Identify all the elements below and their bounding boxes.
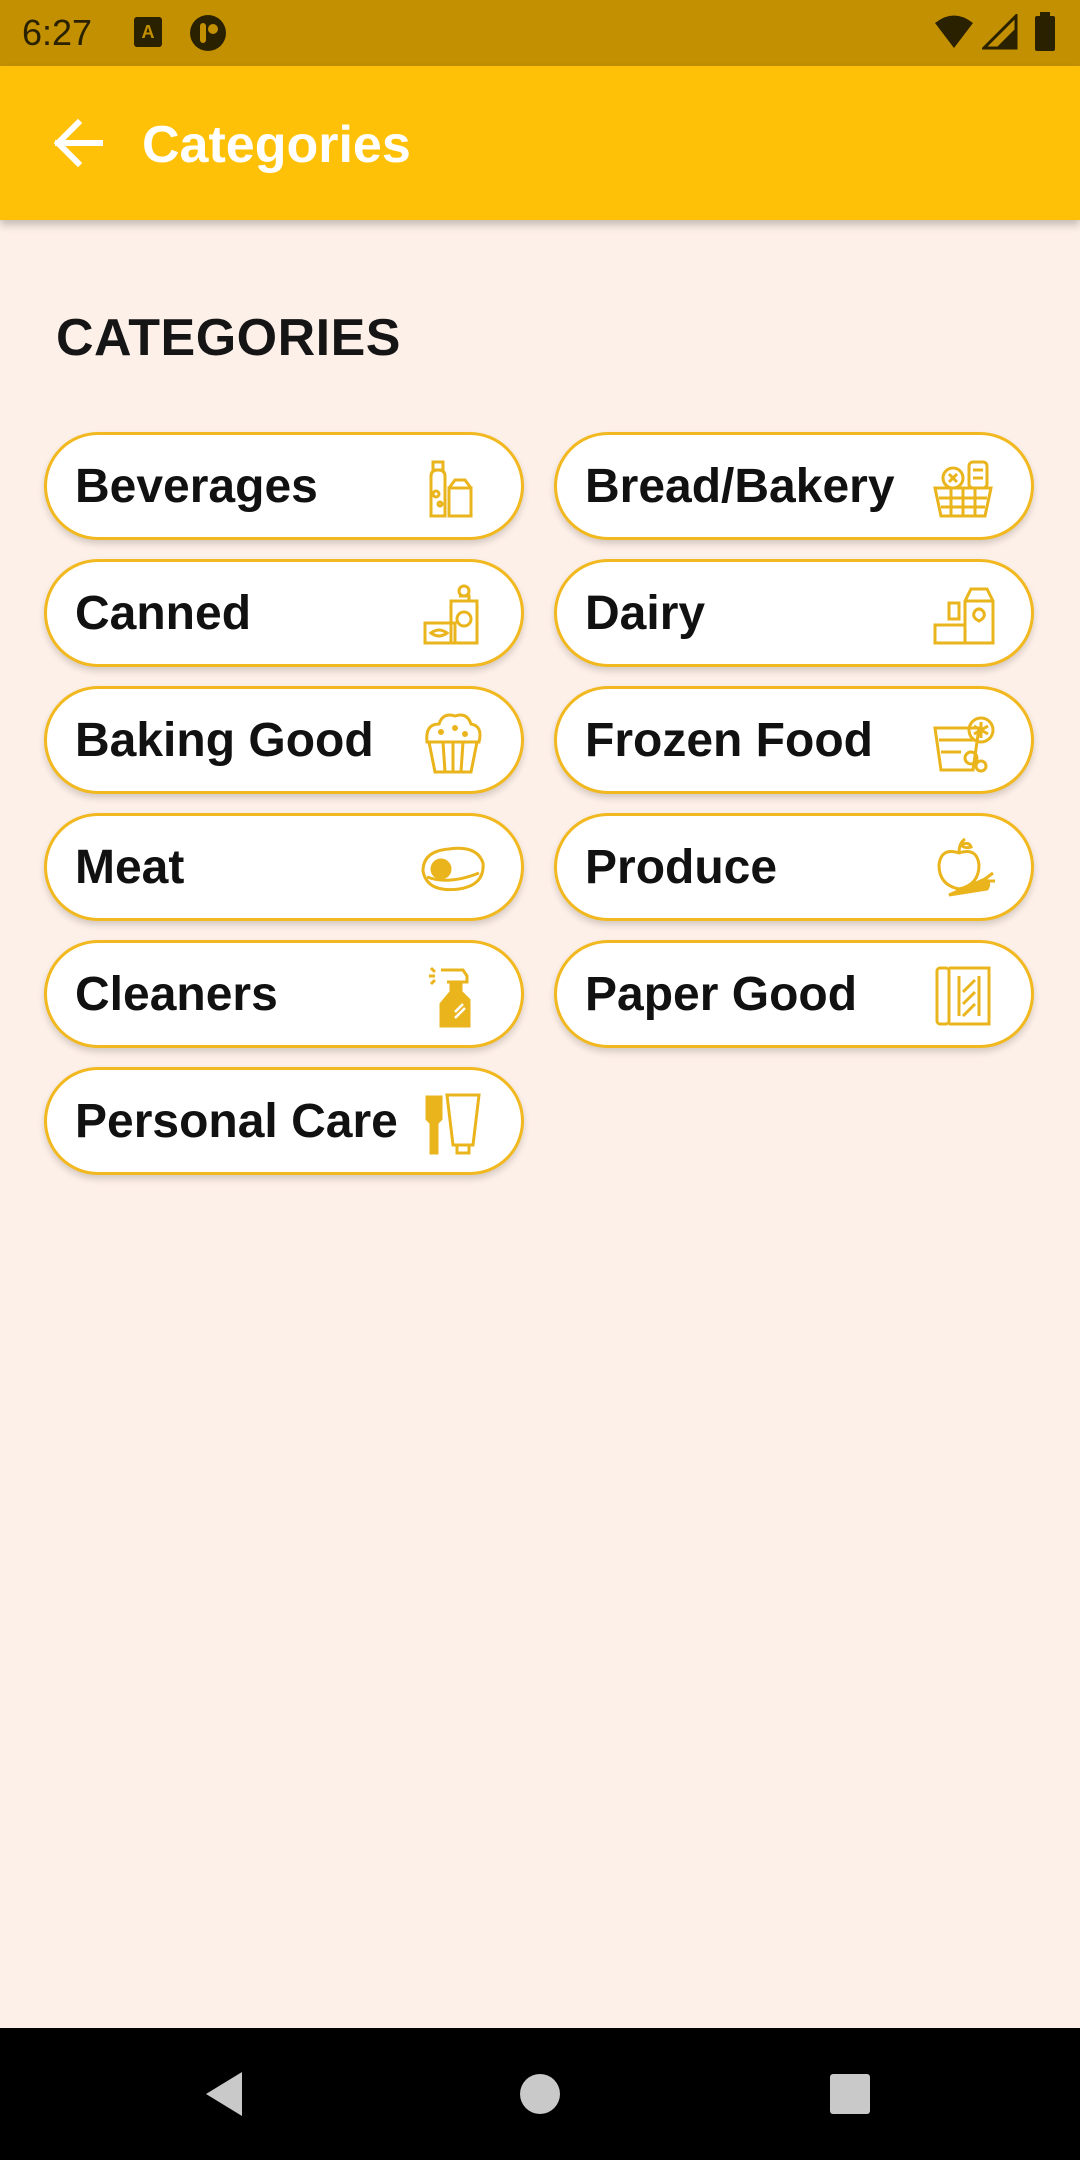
nav-recents-button[interactable] [820, 2064, 880, 2124]
category-label: Meat [75, 840, 185, 894]
nav-back-button[interactable] [196, 2064, 256, 2124]
nav-home-button[interactable] [510, 2064, 570, 2124]
paper-towel-icon [929, 962, 997, 1030]
category-label: Personal Care [75, 1094, 398, 1148]
square-recents-icon [830, 2074, 870, 2114]
category-dairy[interactable]: Dairy [554, 559, 1034, 667]
system-navigation-bar [0, 2028, 1080, 2160]
category-beverages[interactable]: Beverages [44, 432, 524, 540]
produce-icon [929, 835, 997, 903]
category-produce[interactable]: Produce [554, 813, 1034, 921]
category-grid: Beverages Bread/Bakery Canned Dairy Baki… [44, 432, 1036, 1175]
category-canned[interactable]: Canned [44, 559, 524, 667]
category-baking-good[interactable]: Baking Good [44, 686, 524, 794]
status-time: 6:27 [22, 12, 93, 53]
app-bar: Categories [0, 66, 1080, 220]
canned-food-icon [419, 581, 487, 649]
category-personal-care[interactable]: Personal Care [44, 1067, 524, 1175]
spray-bottle-icon [419, 962, 487, 1030]
toothbrush-tube-icon [419, 1089, 487, 1157]
category-label: Canned [75, 586, 252, 640]
wifi-icon [934, 14, 974, 55]
beverages-icon [419, 454, 487, 522]
cellular-signal-icon [980, 12, 1018, 55]
accessibility-notification-icon: A [133, 16, 163, 53]
muffin-icon [419, 708, 487, 776]
status-bar: 6:27 A [0, 0, 1080, 66]
category-label: Baking Good [75, 713, 374, 767]
category-label: Produce [585, 840, 778, 894]
back-arrow-icon [53, 118, 103, 168]
category-cleaners[interactable]: Cleaners [44, 940, 524, 1048]
triangle-back-icon [206, 2072, 242, 2116]
frozen-food-icon [929, 708, 997, 776]
category-label: Cleaners [75, 967, 278, 1021]
app-notification-icon [188, 14, 228, 57]
category-frozen-food[interactable]: Frozen Food [554, 686, 1034, 794]
category-label: Dairy [585, 586, 706, 640]
svg-text:A: A [142, 22, 155, 42]
battery-icon [1034, 12, 1056, 57]
circle-home-icon [520, 2074, 560, 2114]
category-label: Paper Good [585, 967, 858, 1021]
category-meat[interactable]: Meat [44, 813, 524, 921]
category-label: Bread/Bakery [585, 459, 895, 513]
bread-basket-icon [929, 454, 997, 522]
back-button[interactable] [48, 110, 110, 176]
steak-icon [419, 835, 487, 903]
category-label: Frozen Food [585, 713, 873, 767]
category-bread-bakery[interactable]: Bread/Bakery [554, 432, 1034, 540]
category-label: Beverages [75, 459, 318, 513]
page-title: Categories [142, 116, 411, 174]
dairy-icon [929, 581, 997, 649]
category-paper-good[interactable]: Paper Good [554, 940, 1034, 1048]
section-heading: CATEGORIES [56, 309, 401, 367]
